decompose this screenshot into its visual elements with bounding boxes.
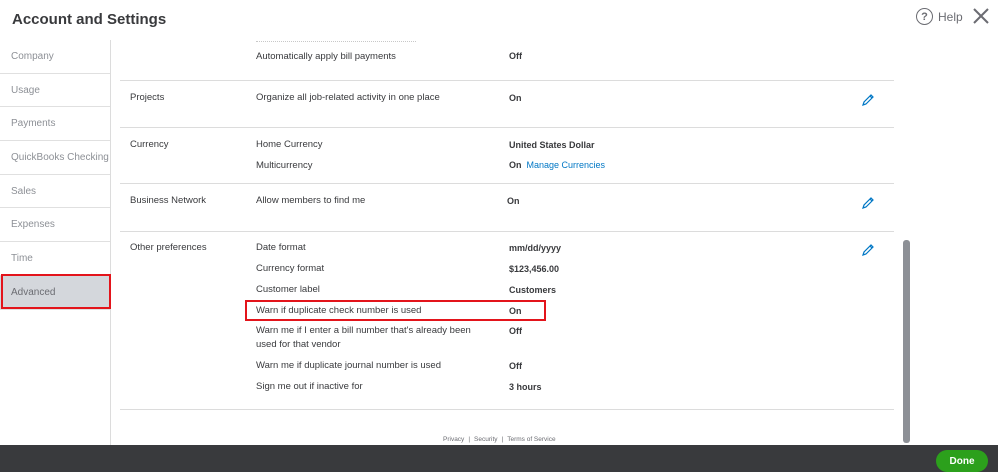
help-label: Help bbox=[938, 9, 963, 24]
setting-value: mm/dd/yyyy bbox=[509, 243, 562, 253]
business-network-section[interactable]: Business Network Allow members to find m… bbox=[120, 184, 894, 232]
setting-value: Off bbox=[509, 326, 522, 336]
setting-label: Date format bbox=[256, 242, 306, 253]
pencil-icon[interactable] bbox=[861, 243, 875, 257]
scrollbar-thumb[interactable] bbox=[903, 240, 910, 443]
footer-links: Privacy | Security | Terms of Service bbox=[443, 436, 556, 443]
pencil-icon[interactable] bbox=[861, 93, 875, 107]
footer-separator: | bbox=[468, 436, 471, 443]
setting-value: On bbox=[507, 196, 520, 206]
sidebar-item-advanced[interactable]: Advanced bbox=[0, 275, 110, 310]
setting-label: Warn if duplicate check number is used bbox=[256, 305, 422, 316]
sidebar-item-expenses[interactable]: Expenses bbox=[0, 208, 110, 243]
setting-label: Currency format bbox=[256, 263, 325, 274]
sidebar-item-company[interactable]: Company bbox=[0, 40, 110, 74]
terms-of-service-link[interactable]: Terms of Service bbox=[507, 436, 555, 443]
sidebar: Company Usage Payments QuickBooks Checki… bbox=[0, 40, 111, 445]
setting-label: Organize all job-related activity in one… bbox=[256, 92, 440, 103]
help-icon: ? bbox=[916, 8, 933, 25]
setting-label: Customer label bbox=[256, 284, 320, 295]
setting-value: Customers bbox=[509, 285, 557, 295]
setting-value: Off bbox=[509, 51, 522, 61]
setting-label: Multicurrency bbox=[256, 160, 313, 171]
bills-section: Automatically apply bill payments Off bbox=[120, 40, 894, 81]
privacy-link[interactable]: Privacy bbox=[443, 436, 464, 443]
close-icon[interactable] bbox=[971, 6, 991, 26]
sidebar-item-sales[interactable]: Sales bbox=[0, 175, 110, 209]
section-title: Other preferences bbox=[130, 242, 207, 253]
setting-value: $123,456.00 bbox=[509, 264, 560, 274]
setting-label: Warn me if I enter a bill number that's … bbox=[256, 325, 471, 350]
header: Account and Settings ? Help bbox=[0, 0, 998, 40]
section-title: Business Network bbox=[130, 195, 207, 206]
done-button[interactable]: Done bbox=[936, 450, 988, 472]
setting-label: Allow members to find me bbox=[256, 195, 366, 206]
setting-value-multicurrency: On Manage Currencies bbox=[509, 160, 605, 170]
setting-label: Warn me if duplicate journal number is u… bbox=[256, 360, 441, 371]
setting-label: Automatically apply bill payments bbox=[256, 51, 396, 62]
footer-separator: | bbox=[501, 436, 504, 443]
setting-value: Off bbox=[509, 361, 522, 371]
sidebar-item-payments[interactable]: Payments bbox=[0, 107, 110, 142]
setting-value: On bbox=[509, 93, 522, 103]
sidebar-item-usage[interactable]: Usage bbox=[0, 74, 110, 108]
help-button[interactable]: ? Help bbox=[916, 8, 963, 25]
setting-value: United States Dollar bbox=[509, 140, 595, 150]
setting-value: On bbox=[509, 160, 522, 170]
section-title: Currency bbox=[130, 139, 169, 150]
other-preferences-section[interactable]: Other preferences Date format mm/dd/yyyy… bbox=[120, 232, 894, 410]
manage-currencies-link[interactable]: Manage Currencies bbox=[527, 160, 606, 170]
sidebar-item-time[interactable]: Time bbox=[0, 242, 110, 276]
currency-section: Currency Home Currency United States Dol… bbox=[120, 128, 894, 184]
section-title: Projects bbox=[130, 92, 165, 103]
page-title: Account and Settings bbox=[12, 11, 167, 28]
setting-label: Sign me out if inactive for bbox=[256, 381, 363, 392]
setting-value: On bbox=[509, 306, 522, 316]
projects-section[interactable]: Projects Organize all job-related activi… bbox=[120, 81, 894, 128]
setting-label: Home Currency bbox=[256, 139, 323, 150]
security-link[interactable]: Security bbox=[474, 436, 497, 443]
clipped-row-divider bbox=[256, 36, 416, 42]
bottom-action-bar bbox=[0, 445, 998, 472]
settings-content: Automatically apply bill payments Off Pr… bbox=[120, 40, 894, 445]
sidebar-item-quickbooks-checking[interactable]: QuickBooks Checking bbox=[0, 141, 110, 175]
pencil-icon[interactable] bbox=[861, 196, 875, 210]
setting-value: 3 hours bbox=[509, 382, 542, 392]
